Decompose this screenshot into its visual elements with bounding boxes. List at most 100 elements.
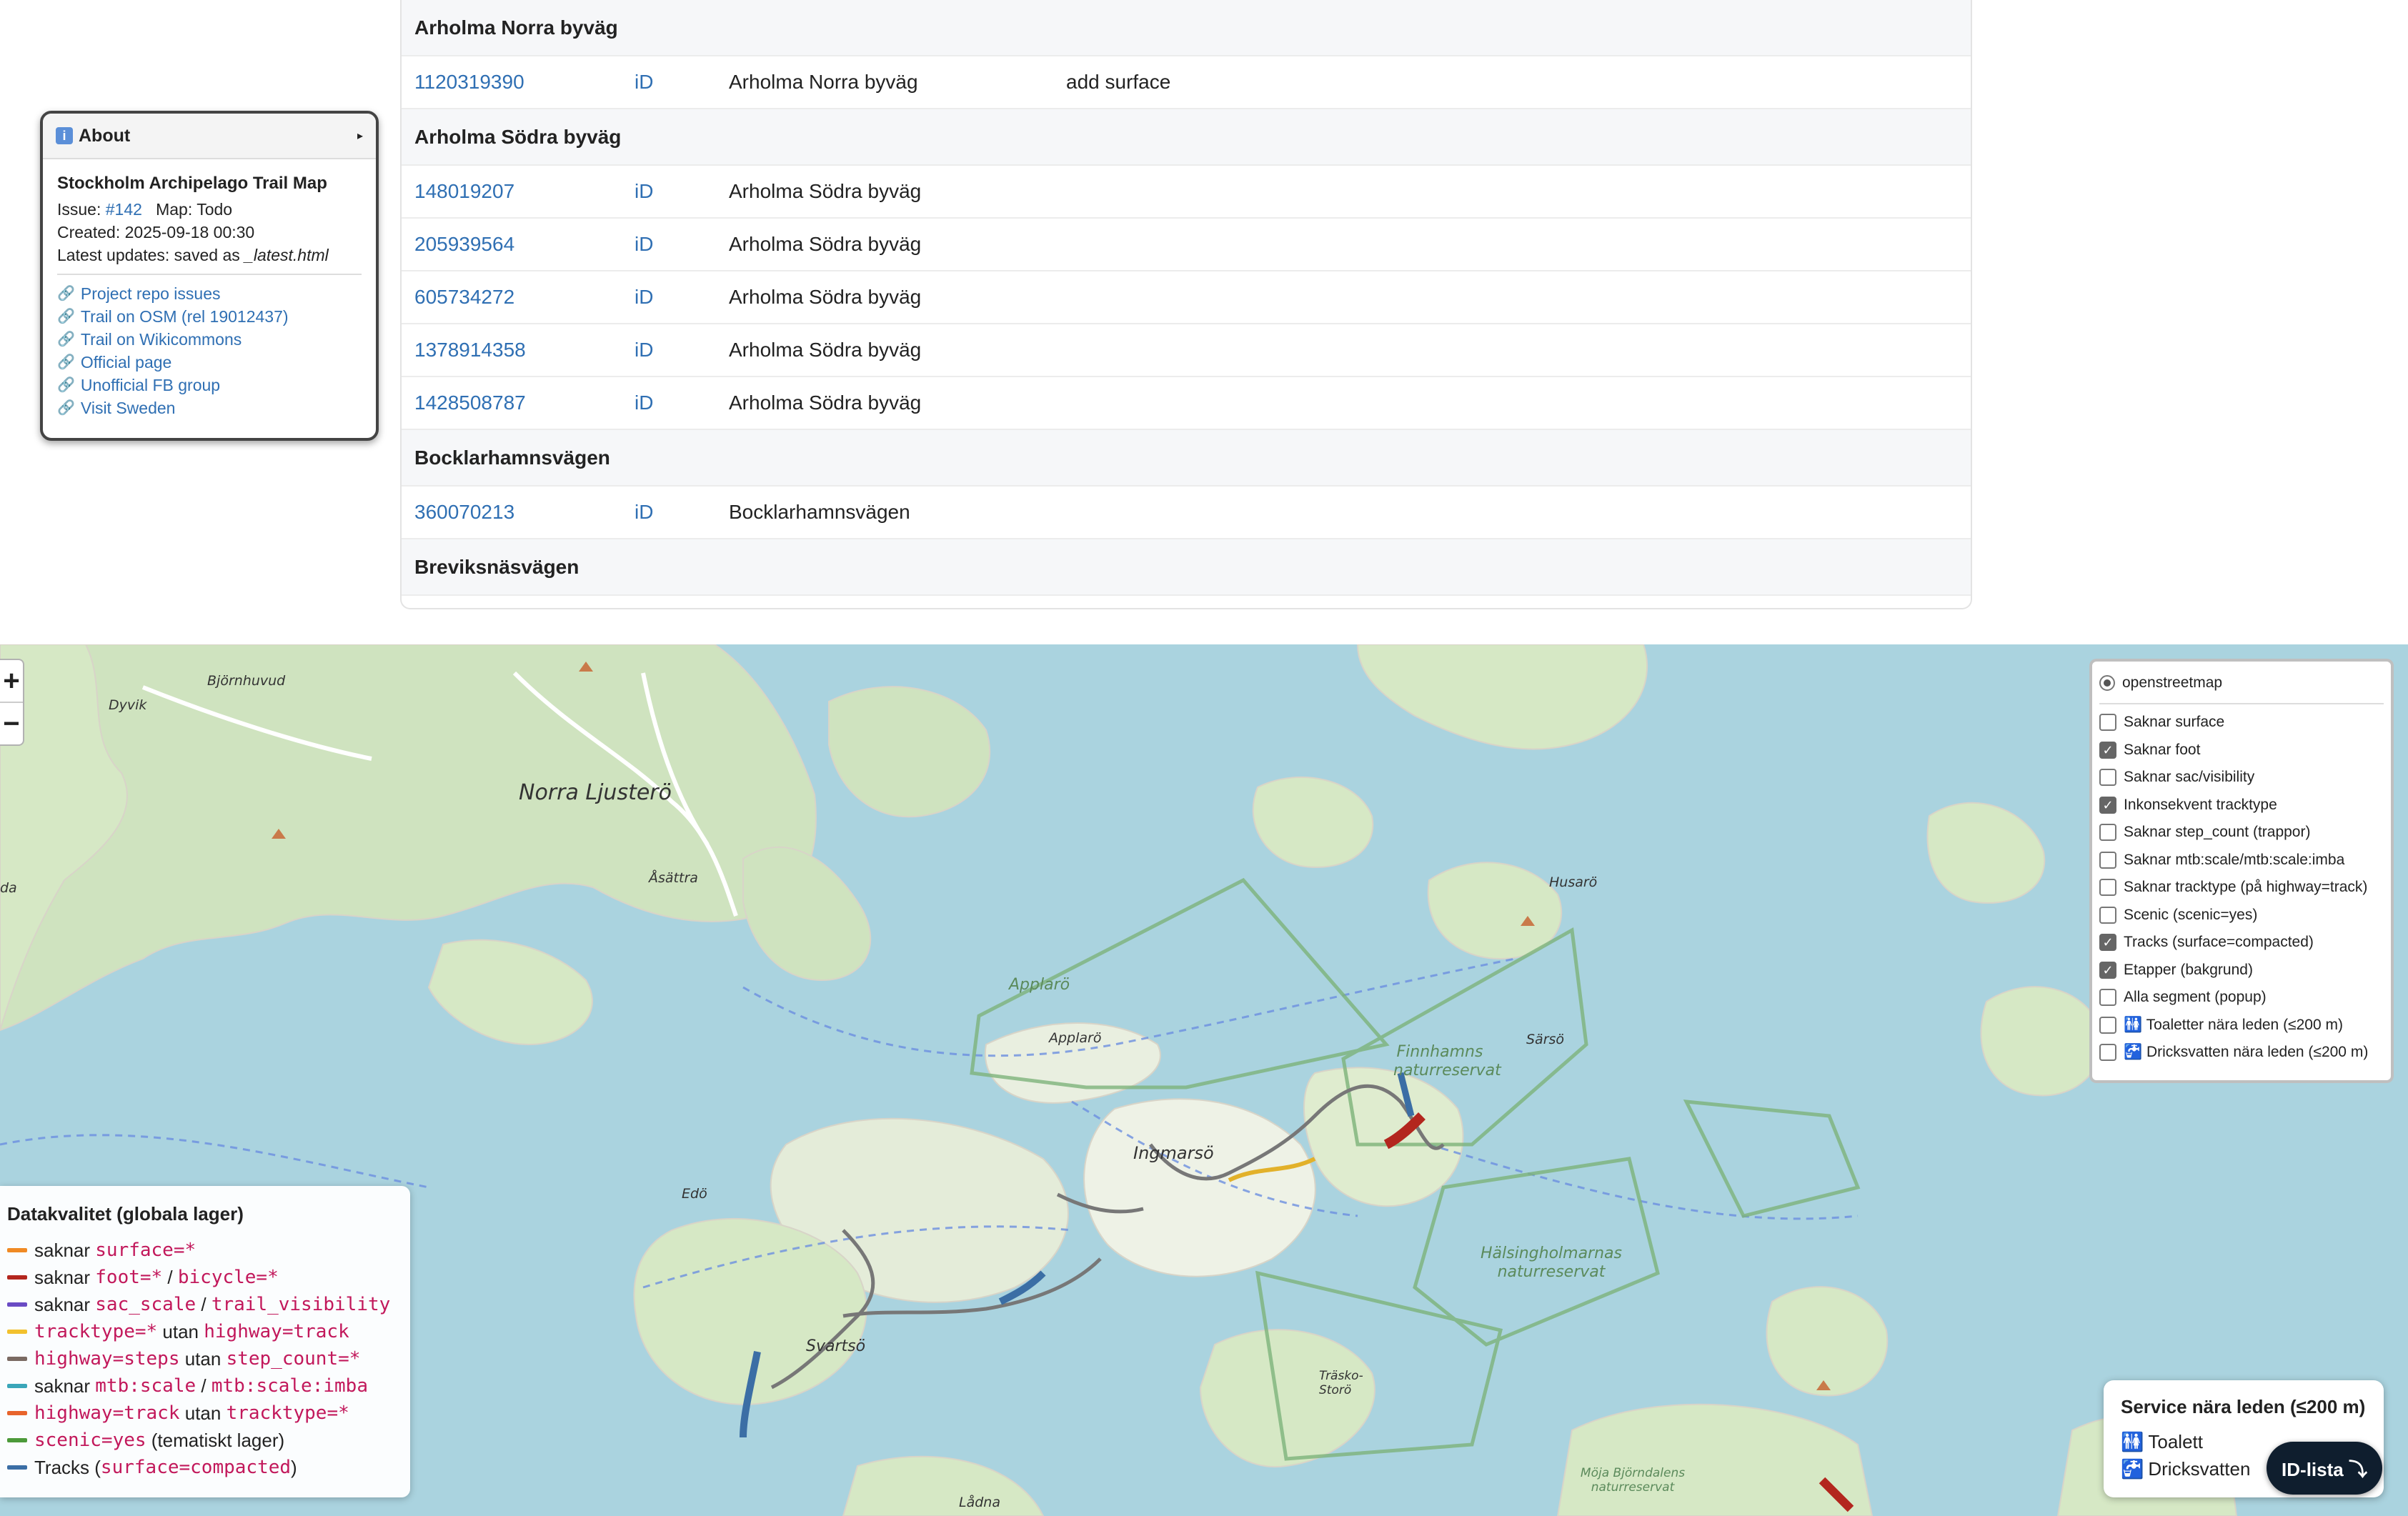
checkbox[interactable]	[2099, 824, 2116, 842]
info-icon: i	[56, 127, 73, 144]
overlay-toggle[interactable]: 🚰 Dricksvatten nära leden (≤200 m)	[2099, 1039, 2384, 1067]
legend-text: (tematiskt lager)	[146, 1429, 285, 1451]
checkbox[interactable]	[2099, 906, 2116, 924]
caret-right-icon[interactable]: ▸	[357, 129, 363, 143]
link-icon: 🔗	[57, 286, 75, 301]
created-date: Created: 2025-09-18 00:30	[57, 223, 255, 241]
overlay-label: Alla segment (popup)	[2124, 989, 2267, 1006]
overlay-label: Saknar foot	[2124, 741, 2201, 758]
way-id-link[interactable]: 1378914358	[402, 339, 635, 361]
overlay-toggle[interactable]: ✓ Saknar foot	[2099, 737, 2384, 764]
legend-item: saknar surface=*	[7, 1237, 410, 1264]
overlay-toggle[interactable]: Saknar mtb:scale/mtb:scale:imba	[2099, 847, 2384, 874]
legend-tag: surface=*	[95, 1240, 196, 1261]
checkbox[interactable]: ✓	[2099, 961, 2116, 979]
overlay-toggle[interactable]: ✓ Inkonsekvent tracktype	[2099, 792, 2384, 819]
overlay-toggle[interactable]: Alla segment (popup)	[2099, 984, 2384, 1012]
latest-prefix: Latest updates: saved as	[57, 246, 240, 264]
overlay-list: Saknar surface ✓ Saknar foot Saknar sac/vis…	[2099, 709, 2384, 1067]
checkbox[interactable]	[2099, 989, 2116, 1007]
way-name: Arholma Södra byväg	[729, 286, 922, 308]
checkbox[interactable]: ✓	[2099, 796, 2116, 814]
legend-tag: highway=steps	[34, 1348, 180, 1370]
checkbox[interactable]: ✓	[2099, 741, 2116, 759]
about-header[interactable]: i About ▸	[43, 114, 376, 159]
about-link-row: 🔗 Visit Sweden	[57, 397, 362, 419]
id-editor-link[interactable]: iD	[635, 180, 729, 203]
overlay-toggle[interactable]: Saknar step_count (trappor)	[2099, 819, 2384, 847]
legend-tag: highway=track	[204, 1321, 349, 1342]
legend-text: )	[291, 1456, 297, 1478]
issue-link[interactable]: #142	[106, 200, 142, 219]
checkbox[interactable]	[2099, 769, 2116, 787]
zoom-out-button[interactable]: −	[0, 702, 23, 744]
about-link[interactable]: Visit Sweden	[81, 397, 176, 419]
checkbox[interactable]	[2099, 1016, 2116, 1034]
way-id-link[interactable]: 1428508787	[402, 392, 635, 414]
id-editor-link[interactable]: iD	[635, 233, 729, 256]
overlay-label: Scenic (scenic=yes)	[2124, 906, 2258, 923]
legend-item: saknar sac_scale / trail_visibility	[7, 1291, 410, 1318]
legend-tag: sac_scale	[95, 1294, 196, 1315]
about-link-row: 🔗 Project repo issues	[57, 282, 362, 305]
legend-swatch	[7, 1357, 27, 1361]
about-panel: i About ▸ Stockholm Archipelago Trail Ma…	[40, 111, 379, 441]
id-list-button[interactable]: ID-lista ⤵	[2267, 1442, 2382, 1495]
table-row: 605734272 iD Arholma Södra byväg	[402, 271, 1971, 324]
way-id-link[interactable]: 205939564	[402, 233, 635, 256]
overlay-toggle[interactable]: Scenic (scenic=yes)	[2099, 902, 2384, 929]
way-name: Arholma Södra byväg	[729, 392, 922, 414]
way-name: Arholma Södra byväg	[729, 180, 922, 202]
way-id-link[interactable]: 1120319390	[402, 71, 635, 94]
legend-text: saknar	[34, 1293, 96, 1315]
id-editor-link[interactable]: iD	[635, 339, 729, 361]
map-label-trasko-storo: Träsko-Storö	[1319, 1369, 1363, 1397]
map-label-norra-ljustero: Norra Ljusterö	[519, 780, 672, 805]
overlay-label: Saknar tracktype (på highway=track)	[2124, 879, 2368, 896]
about-link[interactable]: Trail on OSM (rel 19012437)	[81, 305, 289, 328]
radio-icon[interactable]	[2099, 675, 2115, 691]
way-id-link[interactable]: 605734272	[402, 286, 635, 309]
base-layer-openstreetmap[interactable]: openstreetmap	[2099, 669, 2384, 704]
about-link[interactable]: Official page	[81, 351, 171, 374]
overlay-toggle[interactable]: Saknar tracktype (på highway=track)	[2099, 874, 2384, 902]
checkbox[interactable]	[2099, 714, 2116, 732]
checkbox[interactable]	[2099, 879, 2116, 897]
id-editor-link[interactable]: iD	[635, 392, 729, 414]
map-label-moja: Möja Björndalens naturreservat	[1580, 1466, 1686, 1495]
way-name: Arholma Södra byväg	[729, 233, 922, 255]
overlay-label: Saknar step_count (trappor)	[2124, 824, 2311, 841]
legend-text: utan	[179, 1347, 227, 1370]
link-icon: 🔗	[57, 354, 75, 370]
table-row: 1428508787 iD Arholma Södra byväg	[402, 377, 1971, 430]
legend-swatch	[7, 1465, 27, 1470]
id-editor-link[interactable]: iD	[635, 501, 729, 524]
overlay-toggle[interactable]: Saknar surface	[2099, 709, 2384, 737]
way-id-link[interactable]: 360070213	[402, 501, 635, 524]
overlay-toggle[interactable]: 🚻 Toaletter nära leden (≤200 m)	[2099, 1012, 2384, 1039]
about-link[interactable]: Trail on Wikicommons	[81, 328, 242, 351]
overlay-toggle[interactable]: ✓ Tracks (surface=compacted)	[2099, 929, 2384, 957]
legend-swatch	[7, 1384, 27, 1388]
checkbox[interactable]: ✓	[2099, 934, 2116, 952]
issue-label: Issue:	[57, 200, 101, 219]
legend-swatch	[7, 1248, 27, 1252]
checkbox[interactable]	[2099, 1044, 2116, 1062]
about-link[interactable]: Project repo issues	[81, 282, 221, 305]
service-item-label: Toalett	[2148, 1430, 2203, 1452]
table-row: 1120319390 iD Arholma Norra byväg add surfa…	[402, 56, 1971, 109]
overlay-toggle[interactable]: ✓ Etapper (bakgrund)	[2099, 957, 2384, 984]
zoom-in-button[interactable]: +	[0, 660, 23, 702]
map-label-applaro: Applarö	[1049, 1030, 1102, 1046]
overlay-label: 🚰 Dricksvatten nära leden (≤200 m)	[2124, 1044, 2369, 1061]
id-editor-link[interactable]: iD	[635, 286, 729, 309]
overlay-label: Inkonsekvent tracktype	[2124, 796, 2277, 813]
legend-text: /	[162, 1266, 178, 1288]
way-name: Bocklarhamnsvägen	[729, 501, 910, 523]
way-id-link[interactable]: 148019207	[402, 180, 635, 203]
overlay-toggle[interactable]: Saknar sac/visibility	[2099, 764, 2384, 792]
table-row: 205939564 iD Arholma Södra byväg	[402, 219, 1971, 271]
id-editor-link[interactable]: iD	[635, 71, 729, 94]
checkbox[interactable]	[2099, 851, 2116, 869]
about-link[interactable]: Unofficial FB group	[81, 374, 220, 397]
